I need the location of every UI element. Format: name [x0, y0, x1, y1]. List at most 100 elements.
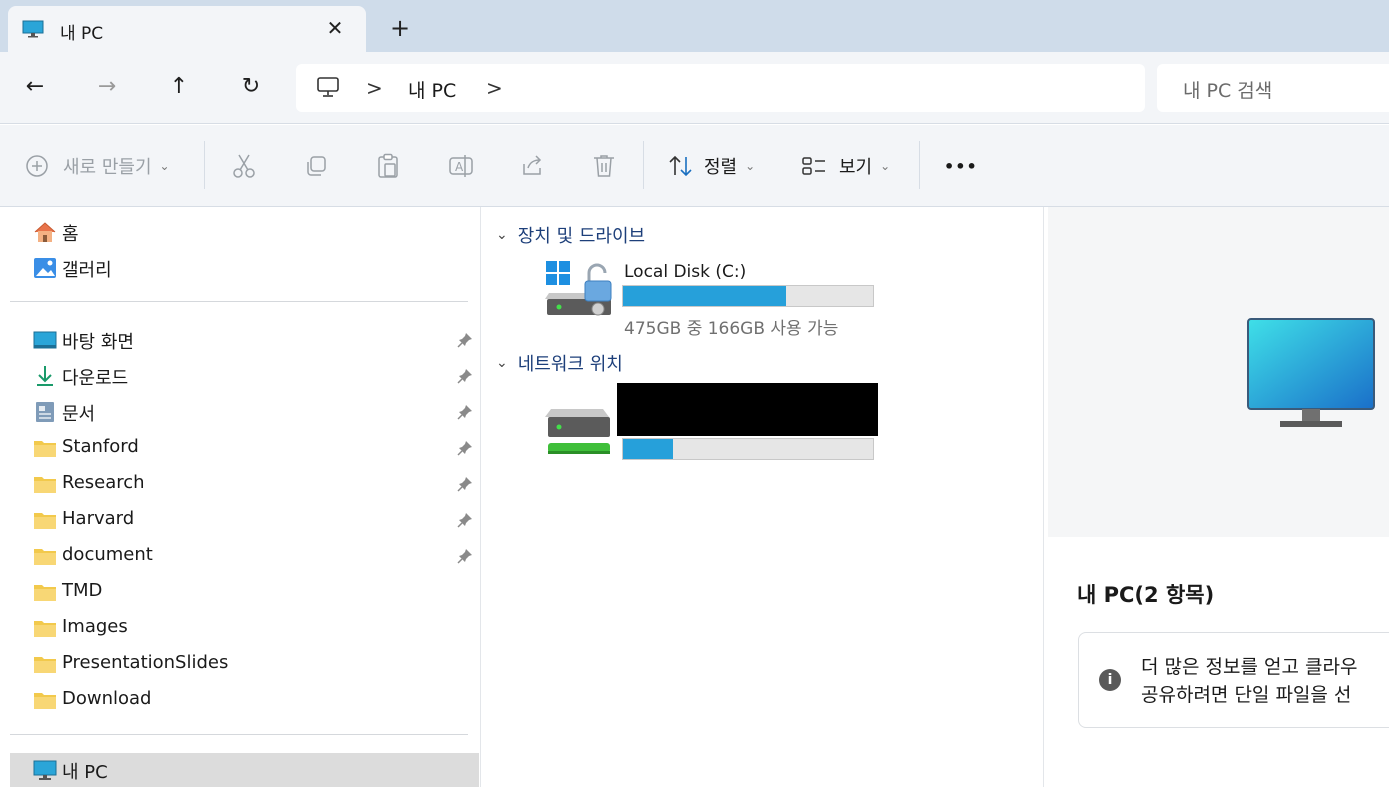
sidebar-item-home[interactable]: 홈 — [0, 215, 479, 249]
new-tab-button[interactable]: + — [386, 14, 414, 42]
sidebar-item-this-pc[interactable]: 내 PC — [10, 753, 479, 787]
file-list: ⌄ 장치 및 드라이브 Local Disk (C:) 475GB 중 166G… — [482, 207, 1042, 787]
details-pane: 내 PC(2 항목) i 더 많은 정보를 얻고 클라우 공유하려면 단일 파일… — [1043, 207, 1389, 787]
pin-icon[interactable] — [457, 332, 473, 348]
tab-this-pc[interactable]: 내 PC ✕ — [8, 6, 366, 52]
breadcrumb-this-pc[interactable]: 내 PC — [408, 76, 456, 103]
sidebar-item-downloads[interactable]: 다운로드 — [0, 359, 479, 393]
sidebar-item-desktop[interactable]: 바탕 화면 — [0, 323, 479, 357]
desktop-icon — [33, 331, 57, 349]
navigation-pane: 홈 갤러리 바탕 화면 다운로드 문서 Stanford Research Ha… — [0, 207, 481, 787]
clipboard-icon — [378, 153, 398, 178]
view-icon — [802, 157, 825, 175]
drive-usage-bar — [622, 438, 874, 460]
monitor-icon — [22, 20, 44, 38]
pin-icon[interactable] — [457, 512, 473, 528]
cut-button[interactable] — [232, 151, 256, 181]
pin-icon[interactable] — [457, 548, 473, 564]
forward-arrow-icon[interactable]: → — [92, 72, 122, 102]
rename-button[interactable]: A — [448, 151, 474, 181]
sidebar-item-download[interactable]: Download — [0, 683, 479, 717]
drive-usage-fill — [623, 439, 673, 459]
refresh-icon[interactable]: ↻ — [236, 72, 266, 102]
sidebar-item-label: 홈 — [62, 224, 79, 245]
folder-icon — [34, 693, 56, 709]
monitor-icon — [1247, 318, 1375, 427]
more-options-icon[interactable]: ••• — [944, 151, 978, 181]
redacted-region — [617, 383, 878, 436]
chevron-down-icon: ⌄ — [745, 159, 756, 173]
back-arrow-icon[interactable]: ← — [20, 72, 50, 102]
chevron-down-icon: ⌄ — [880, 159, 891, 173]
sidebar-item-label: Stanford — [62, 436, 139, 457]
download-icon — [37, 366, 53, 386]
sidebar-item-documents[interactable]: 문서 — [0, 395, 479, 429]
svg-text:A: A — [455, 160, 464, 174]
sidebar-item-label: 갤러리 — [62, 260, 112, 281]
sidebar-item-presentationslides[interactable]: PresentationSlides — [0, 647, 479, 681]
view-button[interactable]: 보기 ⌄ — [801, 151, 890, 181]
divider — [643, 141, 644, 189]
chevron-down-icon: ⌄ — [159, 159, 170, 173]
new-button[interactable]: 새로 만들기 ⌄ — [25, 151, 170, 181]
share-button[interactable] — [520, 151, 544, 181]
gallery-icon — [34, 258, 56, 278]
drive-name: Local Disk (C:) — [624, 262, 747, 282]
navigation-bar: ← → ↑ ↻ > 내 PC > 내 PC 검색 — [0, 52, 1389, 124]
breadcrumb-chevron-icon[interactable]: > — [486, 76, 503, 100]
folder-icon — [34, 621, 56, 637]
paste-button[interactable] — [376, 151, 400, 181]
pin-icon[interactable] — [457, 404, 473, 420]
drive-usage-fill — [623, 286, 786, 306]
sidebar-item-label: 바탕 화면 — [62, 332, 134, 353]
group-header-network[interactable]: ⌄ 네트워크 위치 — [496, 350, 623, 376]
pin-icon[interactable] — [457, 368, 473, 384]
divider — [10, 734, 468, 735]
sidebar-item-label: Images — [62, 616, 128, 637]
sidebar-item-document[interactable]: document — [0, 539, 479, 573]
search-placeholder: 내 PC 검색 — [1183, 80, 1273, 102]
sidebar-item-label: PresentationSlides — [62, 652, 229, 673]
copy-button[interactable] — [304, 151, 328, 181]
sidebar-item-research[interactable]: Research — [0, 467, 479, 501]
group-header-label: 네트워크 위치 — [517, 354, 623, 375]
info-icon: i — [1099, 669, 1121, 691]
rename-icon: A — [449, 155, 473, 177]
info-text: 더 많은 정보를 얻고 클라우 공유하려면 단일 파일을 선 — [1141, 653, 1357, 709]
divider — [204, 141, 205, 189]
folder-icon — [34, 477, 56, 493]
sidebar-item-tmd[interactable]: TMD — [0, 575, 479, 609]
computer-icon[interactable] — [316, 76, 340, 98]
search-input[interactable]: 내 PC 검색 — [1157, 64, 1389, 112]
folder-icon — [34, 585, 56, 601]
info-card: i 더 많은 정보를 얻고 클라우 공유하려면 단일 파일을 선 — [1078, 632, 1389, 728]
scissors-icon — [233, 154, 255, 178]
up-arrow-icon[interactable]: ↑ — [164, 72, 194, 102]
sidebar-item-label: 문서 — [62, 404, 96, 425]
info-text-line: 더 많은 정보를 얻고 클라우 — [1141, 656, 1358, 678]
share-icon — [523, 155, 542, 175]
drive-usage-text: 475GB 중 166GB 사용 가능 — [624, 319, 839, 339]
breadcrumb-chevron-icon[interactable]: > — [366, 76, 383, 100]
pin-icon[interactable] — [457, 476, 473, 492]
sidebar-item-stanford[interactable]: Stanford — [0, 431, 479, 465]
trash-icon — [594, 155, 614, 177]
local-disk-c[interactable]: Local Disk (C:) 475GB 중 166GB 사용 가능 — [482, 207, 1042, 347]
sidebar-item-gallery[interactable]: 갤러리 — [0, 251, 479, 285]
view-label: 보기 — [839, 157, 873, 178]
folder-icon — [34, 657, 56, 673]
sidebar-item-label: 내 PC — [62, 762, 108, 783]
address-bar[interactable]: > 내 PC > — [296, 64, 1145, 112]
delete-button[interactable] — [592, 151, 616, 181]
sidebar-item-harvard[interactable]: Harvard — [0, 503, 479, 537]
sidebar-item-images[interactable]: Images — [0, 611, 479, 645]
folder-icon — [34, 549, 56, 565]
command-bar: 새로 만들기 ⌄ A 정렬 ⌄ 보기 ⌄ ••• — [0, 125, 1389, 207]
divider — [10, 301, 468, 302]
drive-locked-icon — [545, 261, 612, 316]
sort-button[interactable]: 정렬 ⌄ — [668, 151, 755, 181]
close-icon[interactable]: ✕ — [323, 16, 347, 40]
sidebar-item-label: 다운로드 — [62, 368, 129, 389]
details-title: 내 PC(2 항목) — [1077, 583, 1215, 607]
pin-icon[interactable] — [457, 440, 473, 456]
